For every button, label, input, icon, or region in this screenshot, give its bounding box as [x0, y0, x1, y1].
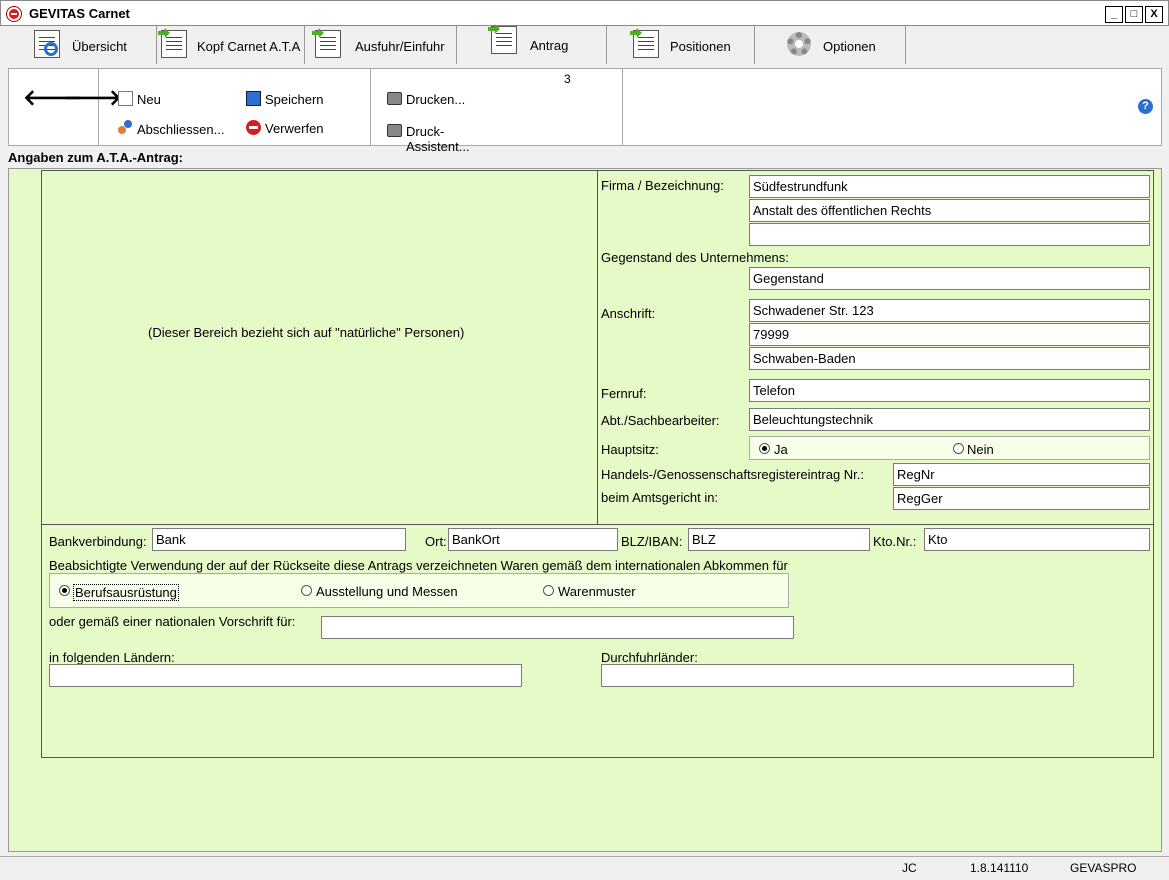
gegenstand-label: Gegenstand des Unternehmens: — [601, 250, 789, 265]
city-input[interactable]: Schwaben-Baden — [749, 347, 1150, 370]
discard-label: Verwerfen — [265, 121, 324, 136]
ort-input[interactable]: BankOrt — [448, 528, 618, 551]
national-label: oder gemäß einer nationalen Vorschrift f… — [49, 614, 296, 629]
tab-label: Kopf Carnet A.T.A — [197, 39, 301, 54]
status-user: JC — [902, 861, 917, 875]
document-icon — [312, 28, 343, 58]
hauptsitz-radio-group: Ja Nein — [749, 436, 1150, 460]
firma-label: Firma / Bezeichnung: — [601, 178, 724, 193]
transit-input[interactable] — [601, 664, 1074, 687]
help-icon[interactable]: ? — [1138, 99, 1153, 114]
document-icon — [158, 28, 189, 58]
save-label: Speichern — [265, 92, 324, 107]
finish-label: Abschliessen... — [137, 122, 225, 137]
blz-label: BLZ/IBAN: — [621, 534, 683, 549]
hauptsitz-label: Hauptsitz: — [601, 442, 659, 457]
document-icon — [630, 28, 661, 58]
document-icon — [488, 24, 519, 54]
bank-label: Bankverbindung: — [49, 534, 147, 549]
usage-radio-group: Berufsausrüstung Ausstellung und Messen … — [49, 573, 789, 608]
kto-label: Kto.Nr.: — [873, 534, 917, 549]
status-database: GEVASPRO — [1070, 861, 1137, 875]
fernruf-input[interactable]: Telefon — [749, 379, 1150, 402]
countries-input[interactable] — [49, 664, 522, 687]
usage-berufsausruestung-label: Berufsausrüstung — [73, 584, 179, 601]
zip-input[interactable]: 79999 — [749, 323, 1150, 346]
transit-label: Durchfuhrländer: — [601, 650, 698, 665]
usage-warenmuster-radio[interactable] — [543, 585, 554, 596]
anschrift-label: Anschrift: — [601, 306, 656, 321]
register-input[interactable]: RegNr — [893, 463, 1150, 486]
national-input[interactable] — [321, 616, 794, 639]
natural-persons-area: (Dieser Bereich bezieht sich auf "natürl… — [41, 170, 598, 525]
gear-icon — [785, 30, 813, 58]
blz-input[interactable]: BLZ — [688, 528, 870, 551]
bank-input[interactable]: Bank — [152, 528, 406, 551]
tab-positionen[interactable]: Positionen — [607, 26, 755, 64]
firma-line3-input[interactable] — [749, 223, 1150, 246]
natural-persons-note: (Dieser Bereich bezieht sich auf "natürl… — [148, 325, 465, 340]
toolbar: 🡐 🡒 Neu Speichern Abschliessen... Verwer… — [8, 68, 1162, 154]
tab-optionen[interactable]: Optionen — [755, 26, 906, 64]
tab-kopf-carnet[interactable]: Kopf Carnet A.T.A — [157, 26, 305, 64]
gegenstand-input[interactable]: Gegenstand — [749, 267, 1150, 290]
window-title: GEVITAS Carnet — [29, 6, 130, 21]
usage-intro: Beabsichtigte Verwendung der auf der Rüc… — [49, 558, 788, 573]
hauptsitz-ja-label: Ja — [774, 442, 788, 457]
fernruf-label: Fernruf: — [601, 386, 647, 401]
print-group: 3 Drucken... Druck-Assistent... — [371, 69, 623, 154]
ort-label: Ort: — [425, 534, 447, 549]
amtsgericht-input[interactable]: RegGer — [893, 487, 1150, 510]
hauptsitz-nein-label: Nein — [967, 442, 994, 457]
tab-label: Positionen — [670, 39, 731, 54]
kto-input[interactable]: Kto — [924, 528, 1150, 551]
street-input[interactable]: Schwadener Str. 123 — [749, 299, 1150, 322]
status-bar: JC 1.8.141110 GEVASPRO — [0, 856, 1169, 880]
tab-label: Optionen — [823, 39, 876, 54]
save-icon — [246, 91, 261, 106]
tab-label: Ausfuhr/Einfuhr — [355, 39, 445, 54]
amtsgericht-label: beim Amtsgericht in: — [601, 490, 719, 505]
abt-label: Abt./Sachbearbeiter: — [601, 413, 720, 428]
usage-ausstellung-label: Ausstellung und Messen — [316, 584, 458, 599]
edit-group: Neu Speichern Abschliessen... Verwerfen — [99, 69, 371, 145]
new-label: Neu — [137, 92, 161, 107]
discard-icon — [246, 120, 261, 135]
close-button[interactable]: X — [1145, 6, 1163, 23]
maximize-button[interactable]: □ — [1125, 6, 1143, 23]
status-version: 1.8.141110 — [970, 861, 1029, 875]
hauptsitz-ja-radio[interactable] — [759, 443, 770, 454]
firma-line1-input[interactable]: Südfestrundfunk — [749, 175, 1150, 198]
printer-icon — [387, 92, 402, 105]
printer-icon — [387, 124, 402, 137]
tab-antrag[interactable]: Antrag — [457, 24, 607, 64]
countries-label: in folgenden Ländern: — [49, 650, 175, 665]
register-label: Handels-/Genossenschaftsregistereintrag … — [601, 467, 865, 482]
tab-ausfuhr-einfuhr[interactable]: Ausfuhr/Einfuhr — [305, 26, 457, 64]
section-title: Angaben zum A.T.A.-Antrag: — [8, 150, 184, 165]
usage-ausstellung-radio[interactable] — [301, 585, 312, 596]
usage-berufsausruestung-radio[interactable] — [59, 585, 70, 596]
tab-label: Antrag — [530, 38, 569, 53]
firma-line2-input[interactable]: Anstalt des öffentlichen Rechts — [749, 199, 1150, 222]
print-wizard-label: Druck-Assistent... — [406, 124, 470, 154]
tab-label: Übersicht — [72, 39, 127, 54]
tab-bar: Übersicht Kopf Carnet A.T.A Ausfuhr/Einf… — [0, 24, 1169, 64]
minimize-button[interactable]: _ — [1105, 6, 1123, 23]
tab-uebersicht[interactable]: Übersicht — [0, 26, 157, 64]
print-label: Drucken... — [406, 92, 466, 107]
usage-warenmuster-label: Warenmuster — [558, 584, 636, 599]
app-icon — [7, 7, 21, 21]
overview-icon — [34, 30, 62, 58]
abt-input[interactable]: Beleuchtungstechnik — [749, 408, 1150, 431]
title-bar: GEVITAS Carnet _ □ X — [0, 0, 1169, 26]
finish-icon — [118, 120, 133, 135]
nav-group: 🡐 🡒 — [9, 69, 122, 145]
hauptsitz-nein-radio[interactable] — [953, 443, 964, 454]
new-icon — [118, 91, 133, 106]
print-badge: 3 — [564, 72, 571, 86]
